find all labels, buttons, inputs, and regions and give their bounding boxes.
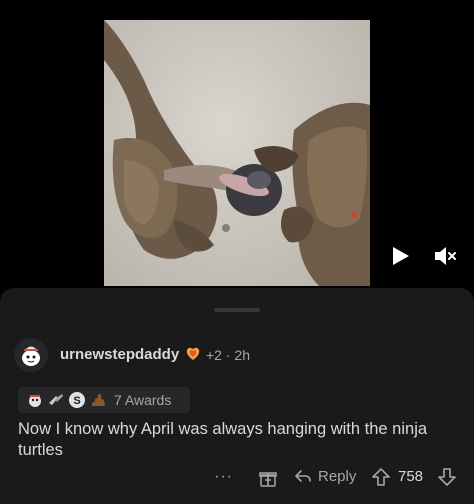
awards-count: 7 Awards <box>114 392 172 408</box>
video-player[interactable] <box>0 0 474 290</box>
play-icon <box>393 247 409 265</box>
video-thumbnail-image <box>104 20 370 286</box>
reply-button[interactable]: Reply <box>294 467 356 485</box>
reply-label: Reply <box>318 467 357 485</box>
drag-handle[interactable] <box>214 308 260 312</box>
silver-s-award-icon: S <box>68 391 86 409</box>
gift-icon <box>259 472 277 487</box>
comment-body: Now I know why April was always hanging … <box>18 420 428 459</box>
awards-bar[interactable]: S 7 Awards <box>18 387 190 413</box>
svg-text:S: S <box>73 395 80 407</box>
comment-sheet: urnewstepdaddy +2 · 2h S 7 Awards Now I … <box>0 288 474 504</box>
muted-speaker-icon <box>435 247 456 265</box>
gold-crab-award-icon <box>26 391 44 409</box>
play-button[interactable] <box>388 244 412 268</box>
username-link[interactable]: urnewstepdaddy <box>60 346 179 363</box>
more-options-button[interactable]: ··· <box>214 468 233 486</box>
avatar[interactable] <box>14 338 48 372</box>
comment-meta: +2 · 2h <box>206 347 250 363</box>
mute-toggle-button[interactable] <box>432 244 458 268</box>
snoo-avatar-icon <box>14 338 48 372</box>
upvote-button[interactable] <box>370 466 392 488</box>
video-frame[interactable] <box>104 20 370 286</box>
crossed-hands-award-icon <box>47 391 65 409</box>
reply-arrow-icon <box>295 470 311 482</box>
downvote-arrow-icon <box>438 468 456 486</box>
upvote-arrow-icon <box>372 468 390 486</box>
give-award-button[interactable] <box>258 468 278 488</box>
flame-heart-flair-icon <box>184 344 202 362</box>
poop-award-icon <box>89 391 107 409</box>
vote-score: 758 <box>398 468 424 485</box>
comment-action-bar: ··· Reply 758 <box>0 464 474 492</box>
downvote-button[interactable] <box>436 466 458 488</box>
